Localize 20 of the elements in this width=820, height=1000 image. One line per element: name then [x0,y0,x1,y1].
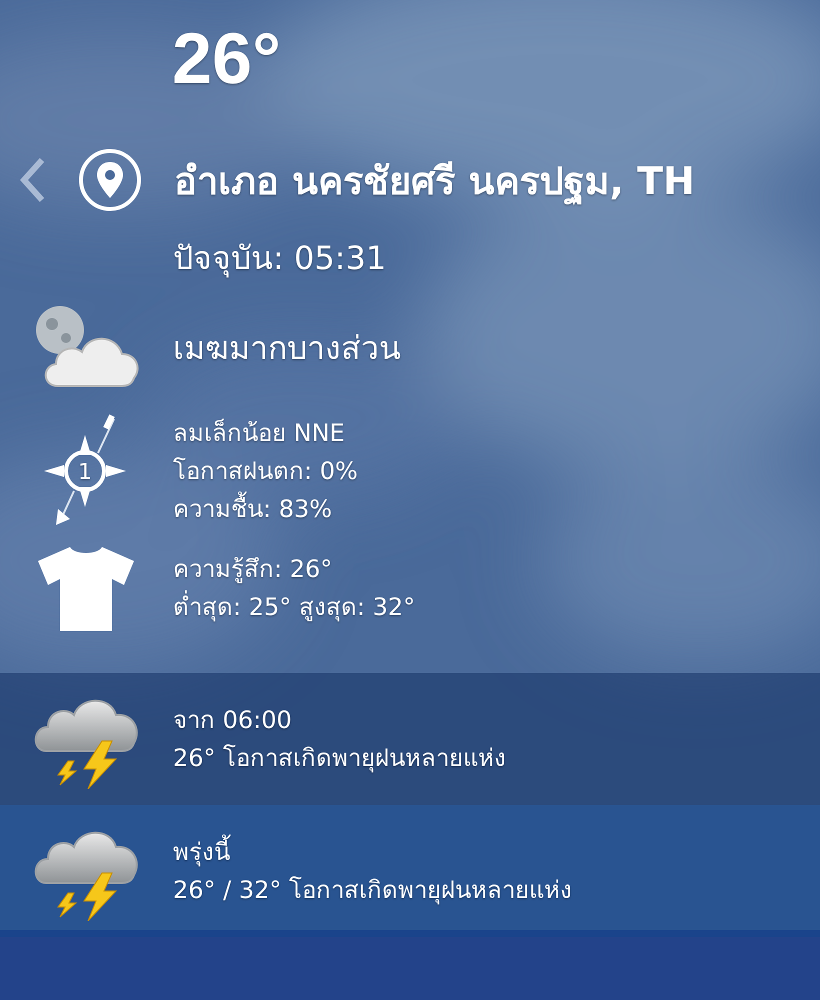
condition-text: เมฆมากบางส่วน [173,328,401,368]
wind-speed: 1 [78,460,92,485]
forecast-row[interactable]: พรุ่งนี้ 26° / 32° โอกาสเกิดพายุฝนหลายแห่ง [0,805,820,937]
forecast-title: พรุ่งนี้ [173,833,572,871]
detail-text: ความชื้น: 83% [173,490,358,528]
detail-text: ต่ำสุด: 25° สูงสุด: 32° [173,588,416,626]
location-pin-icon [78,148,142,212]
detail-text: ความรู้สึก: 26° [173,554,334,586]
updated-time: ปัจจุบัน: 05:31 [173,238,388,280]
forecast-summary: 26° / 32° โอกาสเกิดพายุฝนหลายแห่ง [173,875,572,906]
wind-compass-icon [44,414,126,525]
temperature: 26° [172,18,282,101]
t-shirt-icon [36,545,136,631]
detail-text: ลมเล็กน้อย NNE [173,418,346,449]
back-chevron-icon[interactable] [20,157,46,203]
forecast-row[interactable]: จาก 06:00 26° โอกาสเกิดพายุฝนหลายแห่ง [0,673,820,805]
detail-text: โอกาสฝนตก: 0% [173,456,358,487]
forecast-title: จาก 06:00 [173,705,293,736]
forecast-summary: 26° โอกาสเกิดพายุฝนหลายแห่ง [173,743,506,774]
location-name: อำเภอ นครชัยศรี นครปฐม, TH [174,150,695,210]
